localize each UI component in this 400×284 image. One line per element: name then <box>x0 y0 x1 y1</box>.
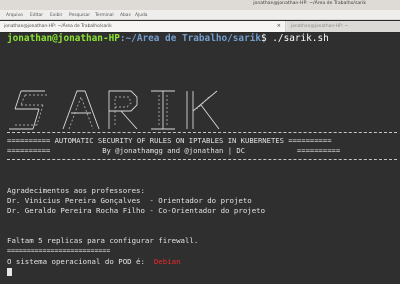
thanks-line: Agradecimentos aos professores: <box>7 186 145 195</box>
prompt-command: $ ./sarik.sh <box>261 33 329 44</box>
menu-exibir[interactable]: Exibir <box>50 13 62 18</box>
replicas-line: Faltam 5 replicas para configurar firewa… <box>7 236 199 245</box>
os-value: Debian <box>153 257 181 266</box>
rule-top <box>7 132 397 133</box>
close-icon[interactable]: × <box>277 23 281 29</box>
menu-pesquisar[interactable]: Pesquisar <box>69 13 90 18</box>
tab-sarik-label: jonathan@jonathan-HP: ~/Área de Trabalho… <box>4 24 112 29</box>
terminal-output[interactable]: jonathan@jonathan-HP:~/Área de Trabalho/… <box>0 33 400 284</box>
prompt-path: :~/Área de Trabalho/sarik <box>119 33 261 44</box>
menu-arquivo[interactable]: Arquivo <box>6 13 23 18</box>
terminal-cursor <box>7 268 12 276</box>
heading-title: ========== AUTOMATIC SECURITY OF RULES O… <box>7 136 332 145</box>
menu-ajuda[interactable]: Ajuda <box>135 13 147 18</box>
professor-1-line: Dr. Vinicius Pereira Gonçalves - Orienta… <box>7 196 252 205</box>
tab-home-label: jonathan@jonathan-HP: ~ <box>291 24 349 29</box>
prompt-line: jonathan@jonathan-HP:~/Área de Trabalho/… <box>7 34 329 43</box>
os-label: O sistema operacional do POD é: <box>7 257 154 266</box>
status-separator: ========================== <box>7 247 111 255</box>
window-title: jonathan@jonathan-HP: ~/Área de Trabalho… <box>253 1 366 6</box>
os-line: O sistema operacional do POD é: Debian <box>7 258 181 265</box>
rule-bottom <box>7 159 397 160</box>
tab-home[interactable]: jonathan@jonathan-HP: ~ <box>287 21 400 32</box>
menu-editar[interactable]: Editar <box>30 13 43 18</box>
menu-abas[interactable]: Abas <box>120 13 131 18</box>
heading-authors: ========== By @jonathamgg and @jonathan … <box>7 146 341 155</box>
menu-bar: Arquivo Editar Exibir Pesquisar Terminal… <box>0 10 400 20</box>
prompt-user: jonathan@jonathan-HP <box>7 33 120 44</box>
menu-terminal[interactable]: Terminal <box>95 13 114 18</box>
window-titlebar: jonathan@jonathan-HP: ~/Área de Trabalho… <box>0 0 400 10</box>
sarik-ascii-banner <box>5 51 235 130</box>
tab-sarik[interactable]: jonathan@jonathan-HP: ~/Área de Trabalho… <box>0 21 286 32</box>
professor-2-line: Dr. Geraldo Pereira Rocha Filho - Co-Ori… <box>7 206 266 215</box>
tab-bar: jonathan@jonathan-HP: ~/Área de Trabalho… <box>0 21 400 32</box>
